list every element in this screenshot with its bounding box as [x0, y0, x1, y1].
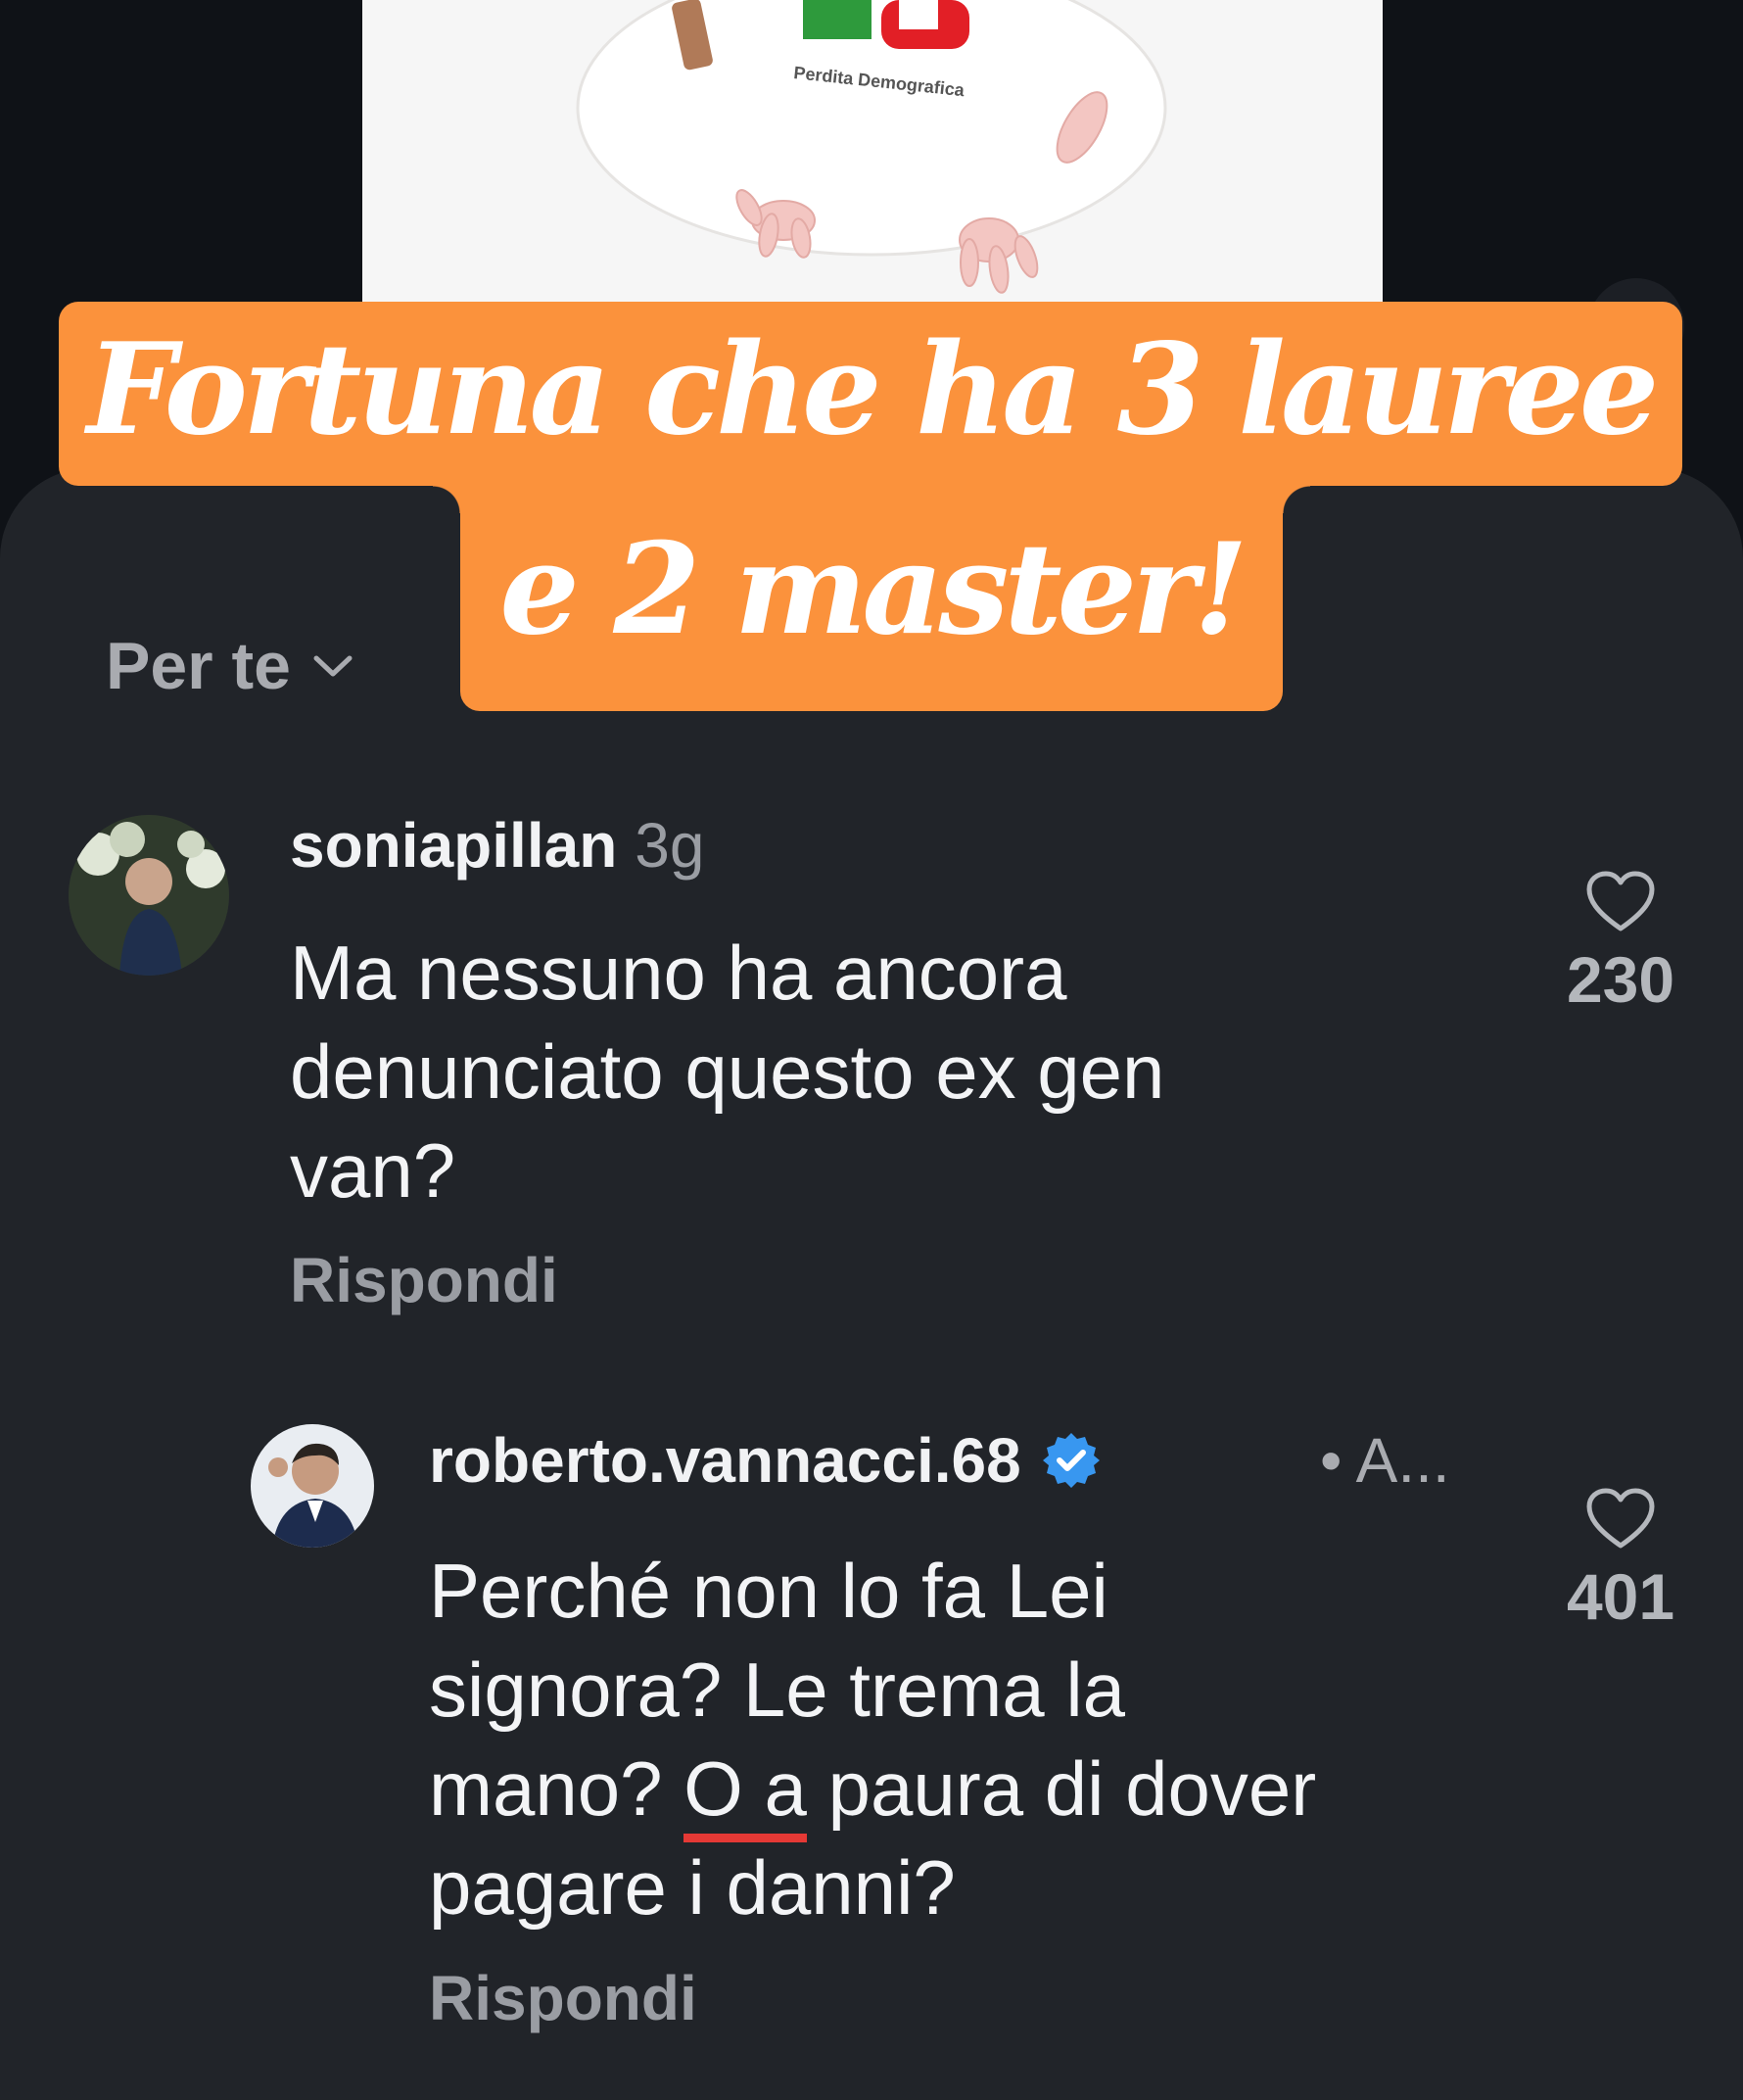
- verified-badge-icon: [1042, 1433, 1100, 1488]
- reply-button[interactable]: Rispondi: [429, 1962, 697, 2034]
- rat-illustration: Perdita Demografica: [362, 0, 1383, 302]
- reply-text-segment: paura di dover: [806, 1745, 1317, 1832]
- sort-dropdown[interactable]: Per te: [106, 627, 355, 705]
- comment-header: soniapillan 3g: [290, 809, 704, 882]
- comment-text: Ma nessuno ha ancora denunciato questo e…: [290, 924, 1164, 1220]
- comment-username[interactable]: soniapillan: [290, 810, 617, 881]
- reply-meta[interactable]: • A...: [1320, 1424, 1450, 1497]
- like-control[interactable]: 230: [1547, 870, 1694, 1017]
- like-count: 230: [1566, 943, 1675, 1016]
- avatar[interactable]: [251, 1424, 374, 1548]
- comment-text-line: Ma nessuno ha ancora: [290, 930, 1067, 1016]
- like-control[interactable]: 401: [1547, 1487, 1694, 1634]
- avatar[interactable]: [69, 815, 229, 976]
- reply-username[interactable]: roberto.vannacci.68: [429, 1424, 1021, 1497]
- reply-text-line: mano? O a paura di dover: [429, 1740, 1317, 1842]
- heart-icon[interactable]: [1585, 1487, 1656, 1551]
- avatar-image: [251, 1424, 374, 1548]
- sort-label: Per te: [106, 629, 291, 703]
- reply-text-segment: mano?: [429, 1745, 684, 1832]
- spellcheck-underlined-text: O a: [683, 1740, 807, 1842]
- reply-button[interactable]: Rispondi: [290, 1244, 558, 1316]
- caption-line-1: Fortuna che ha 3 lauree: [59, 302, 1682, 486]
- reply-text-line: Perché non lo fa Lei: [429, 1548, 1108, 1634]
- comment-text-line: van?: [290, 1127, 456, 1214]
- caption-line-2: e 2 master!: [433, 486, 1310, 711]
- reply-text: Perché non lo fa Lei signora? Le trema l…: [429, 1542, 1316, 1937]
- reply-header: roberto.vannacci.68: [429, 1424, 1102, 1497]
- avatar-image: [69, 815, 229, 976]
- like-count: 401: [1566, 1560, 1675, 1633]
- comment-text-line: denunciato questo ex gen: [290, 1028, 1165, 1115]
- reply-text-line: pagare i danni?: [429, 1844, 956, 1931]
- chevron-down-icon: [313, 655, 353, 677]
- heart-icon[interactable]: [1585, 870, 1656, 934]
- reply-text-line: signora? Le trema la: [429, 1647, 1126, 1733]
- comment-time: 3g: [635, 810, 705, 881]
- post-image[interactable]: Perdita Demografica: [362, 0, 1383, 302]
- screen: Perdita Demografica Per te Fortuna che h…: [0, 0, 1743, 2100]
